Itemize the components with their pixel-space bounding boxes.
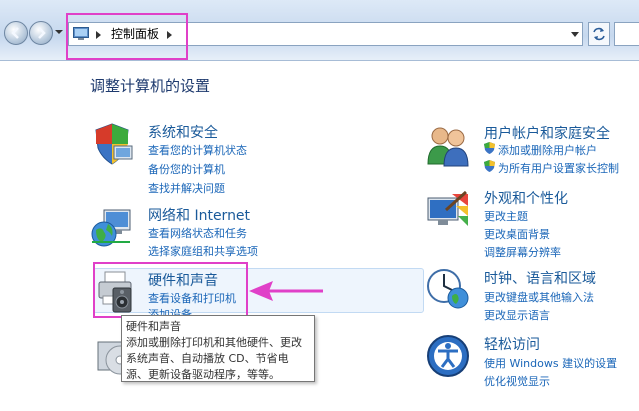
tooltip-line: 源、更新设备驱动程序，等等。: [126, 368, 280, 381]
highlight-box-breadcrumb: [66, 13, 188, 60]
link-optimize-visual-display[interactable]: 优化视觉显示: [484, 373, 550, 389]
link-view-computer-status[interactable]: 查看您的计算机状态: [148, 142, 247, 158]
link-change-display-language[interactable]: 更改显示语言: [484, 307, 550, 323]
refresh-icon: [593, 27, 605, 41]
back-arrow-icon: [11, 27, 19, 39]
category-ease-of-access-title[interactable]: 轻松访问: [484, 334, 540, 354]
category-network-title[interactable]: 网络和 Internet: [148, 205, 250, 225]
link-troubleshoot[interactable]: 查找并解决问题: [148, 180, 225, 196]
search-input[interactable]: [614, 22, 639, 46]
link-homegroup-sharing[interactable]: 选择家庭组和共享选项: [148, 243, 258, 259]
category-system-security-title[interactable]: 系统和安全: [148, 122, 218, 142]
highlight-box-hardware: [93, 262, 248, 318]
monitor-brush-icon[interactable]: [426, 190, 470, 234]
page-title: 调整计算机的设置: [90, 77, 211, 95]
link-change-background[interactable]: 更改桌面背景: [484, 226, 550, 242]
link-change-keyboard[interactable]: 更改键盘或其他输入法: [484, 289, 594, 305]
link-backup-computer[interactable]: 备份您的计算机: [148, 161, 225, 177]
clock-globe-icon[interactable]: [426, 266, 470, 310]
tooltip-line: 硬件和声音: [126, 320, 181, 333]
category-clock-region-title[interactable]: 时钟、语言和区域: [484, 268, 596, 288]
forward-arrow-icon: [38, 27, 46, 39]
recent-pages-chevron-down-icon[interactable]: [55, 28, 63, 36]
users-icon[interactable]: [426, 124, 470, 168]
link-network-status[interactable]: 查看网络状态和任务: [148, 225, 247, 241]
category-user-accounts-title[interactable]: 用户帐户和家庭安全: [484, 123, 610, 143]
link-screen-resolution[interactable]: 调整屏幕分辨率: [484, 244, 561, 260]
link-parental-controls[interactable]: 为所有用户设置家长控制: [498, 160, 619, 176]
uac-shield-icon: [484, 142, 495, 154]
toolbar-divider: [0, 60, 639, 61]
shield-computer-icon[interactable]: [90, 122, 134, 166]
link-change-theme[interactable]: 更改主题: [484, 208, 528, 224]
link-add-remove-users[interactable]: 添加或删除用户帐户: [498, 142, 597, 158]
category-appearance-title[interactable]: 外观和个性化: [484, 188, 568, 208]
tooltip-line: 系统声音、自动播放 CD、节省电: [126, 352, 289, 365]
back-button[interactable]: [4, 21, 28, 45]
pointer-arrow-icon: [249, 281, 323, 301]
forward-button[interactable]: [29, 21, 53, 45]
network-globe-icon[interactable]: [90, 206, 134, 250]
tooltip-line: 添加或删除打印机和其他硬件、更改: [126, 336, 302, 349]
link-recommended-settings[interactable]: 使用 Windows 建议的设置: [484, 355, 617, 371]
ease-of-access-icon[interactable]: [426, 334, 470, 378]
refresh-button[interactable]: [588, 22, 610, 46]
hardware-tooltip: 硬件和声音 添加或删除打印机和其他硬件、更改 系统声音、自动播放 CD、节省电 …: [121, 315, 315, 382]
uac-shield-icon: [484, 160, 495, 172]
address-dropdown-icon[interactable]: [571, 32, 579, 37]
